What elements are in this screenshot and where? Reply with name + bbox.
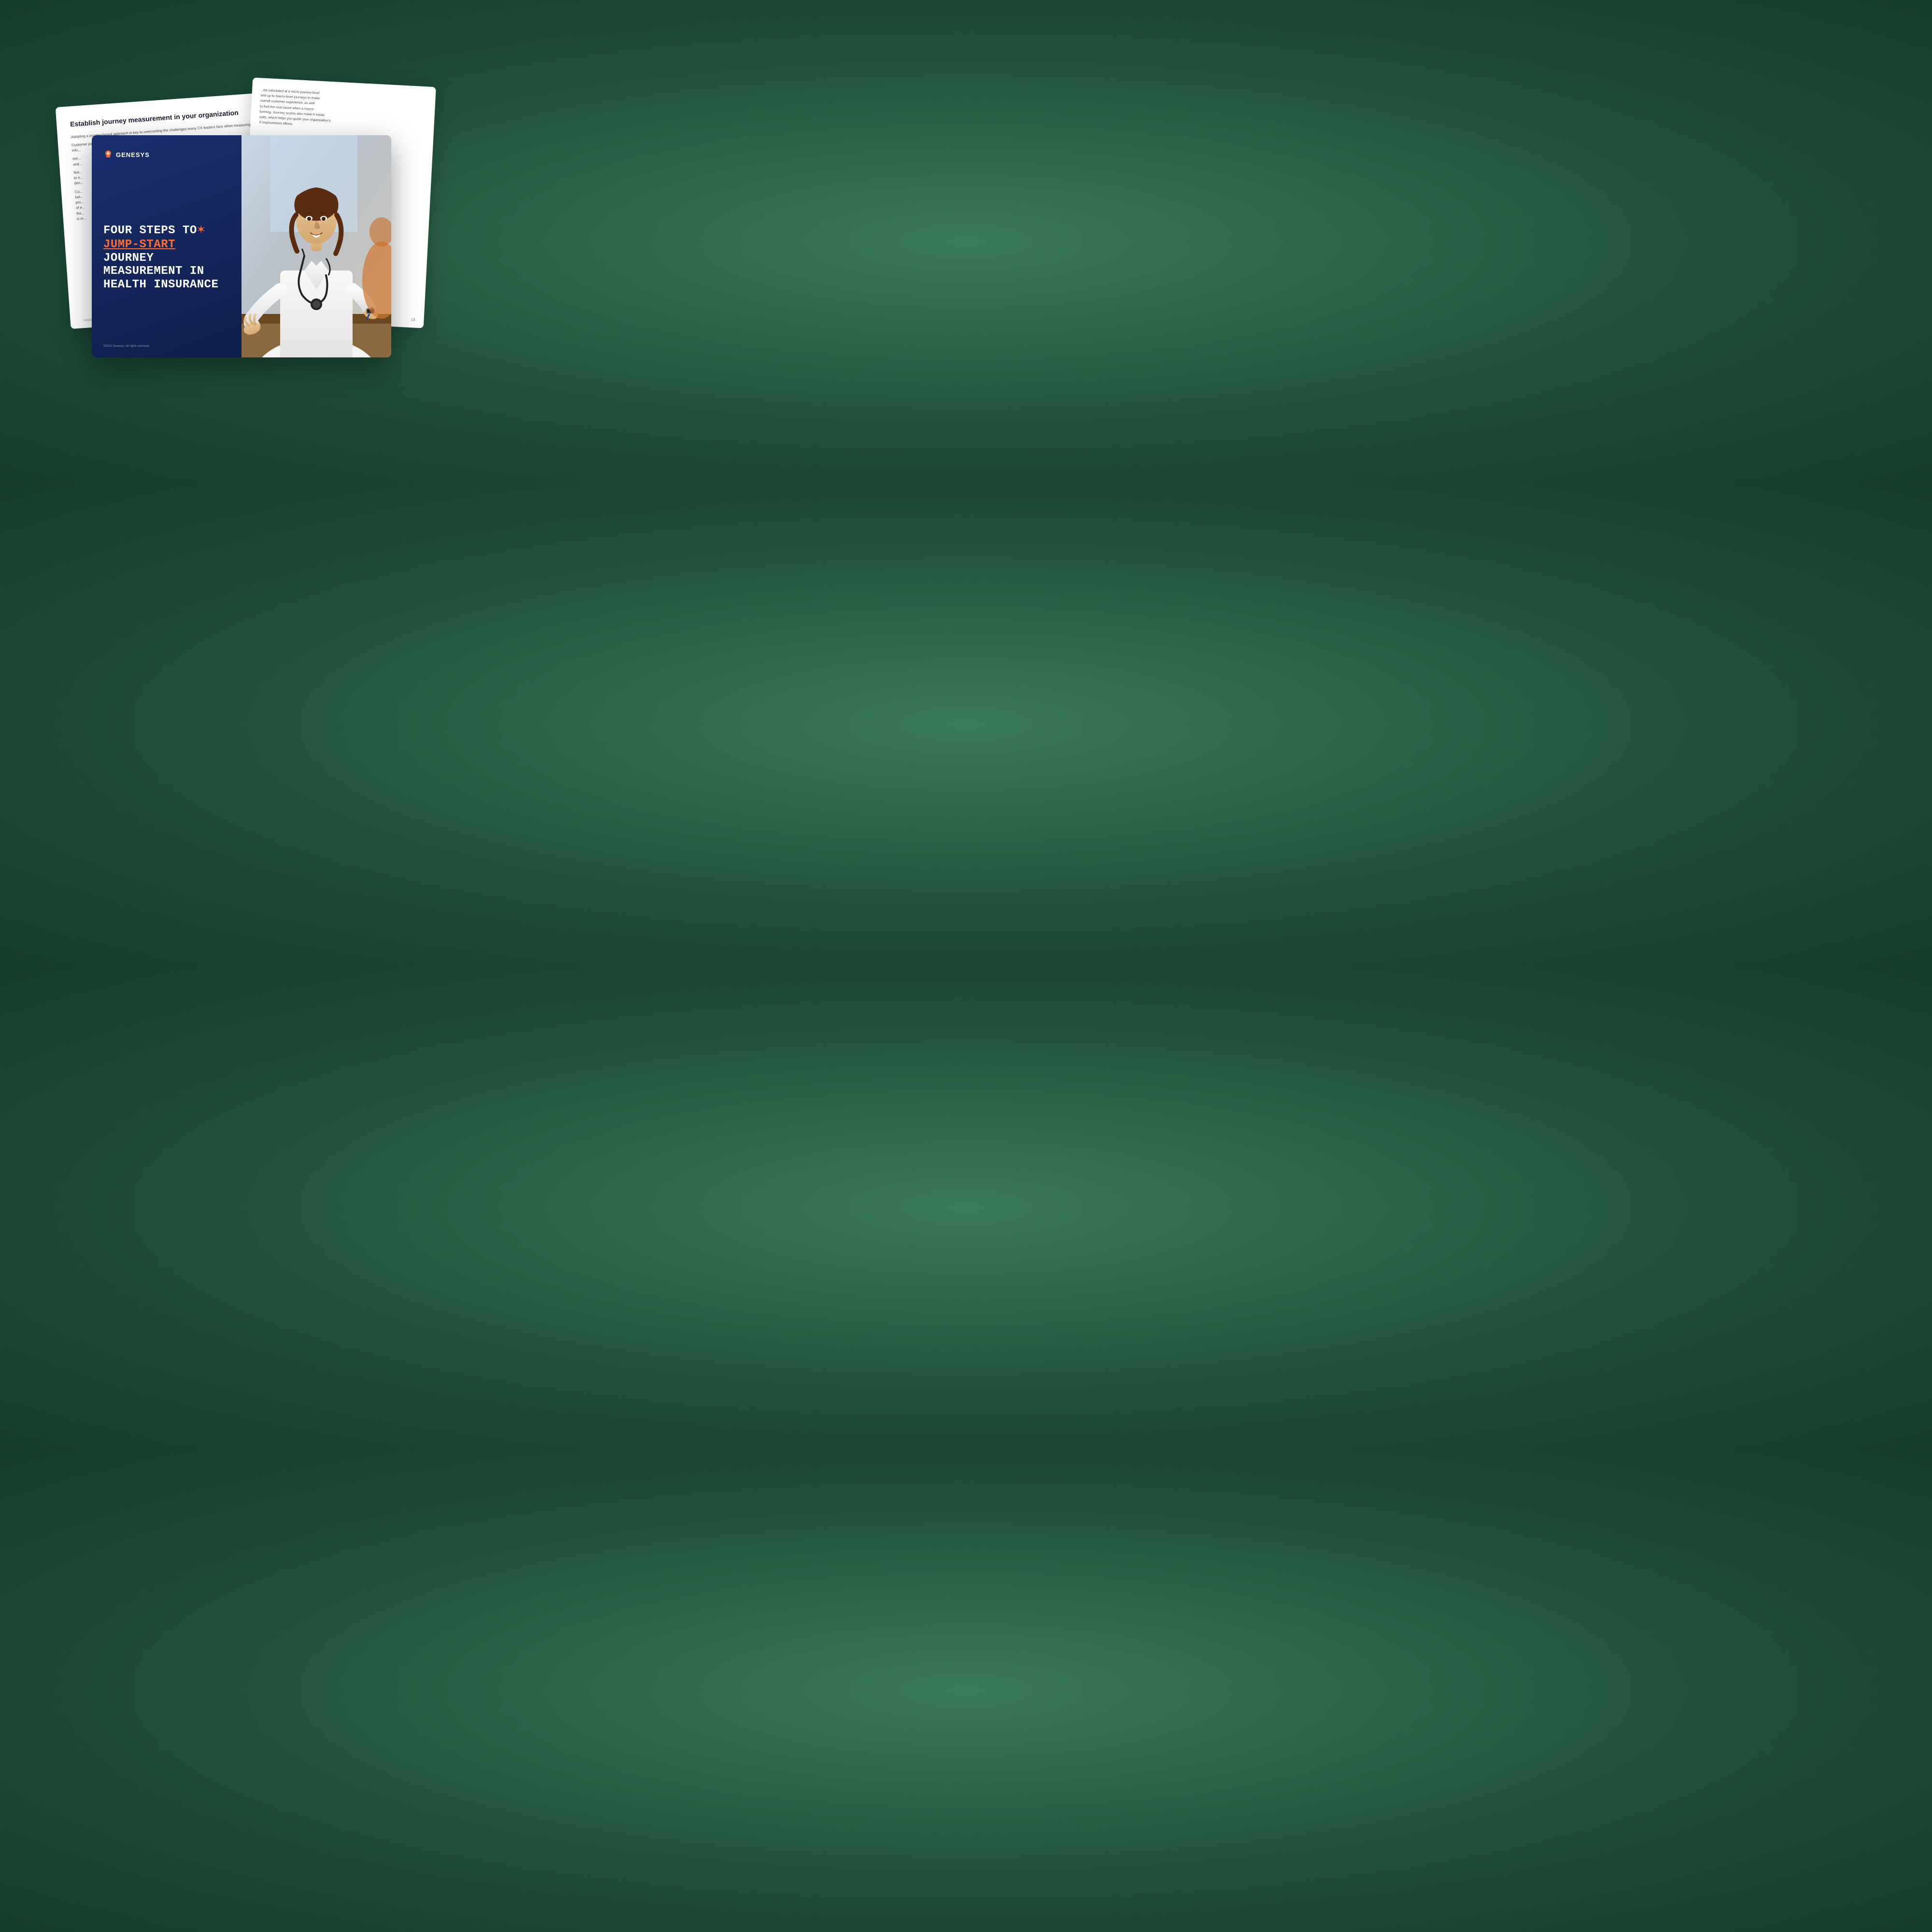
- genesys-logo-text: GENESYS: [116, 151, 150, 158]
- title-line4: Measurement in: [103, 265, 230, 278]
- scene: Establish journey measurement in your or…: [43, 68, 440, 415]
- title-line5: Health Insurance: [103, 278, 230, 292]
- squiggle-icon: ✶: [197, 223, 205, 238]
- booklet-left-panel: GENESYS Four Steps to ✶ Jump-Start Journ…: [92, 135, 242, 357]
- booklet-footer: ©2022 Genesys. All rights reserved.: [103, 345, 230, 348]
- title-line3-inline: Journey: [103, 252, 154, 265]
- booklet-title: Four Steps to ✶ Jump-Start Journey Measu…: [103, 169, 230, 345]
- genesys-brand-icon: [103, 150, 113, 159]
- doctor-photo: [242, 135, 391, 357]
- page-number: 18: [411, 317, 415, 322]
- right-page-text: ...be calculated at a micro-journey leve…: [259, 87, 427, 134]
- title-line2: Jump-Start Journey: [103, 238, 230, 265]
- booklet: GENESYS Four Steps to ✶ Jump-Start Journ…: [92, 135, 391, 357]
- genesys-logo: GENESYS: [103, 150, 230, 159]
- booklet-right-panel: [242, 135, 391, 357]
- title-line1: Four Steps to ✶: [103, 223, 230, 238]
